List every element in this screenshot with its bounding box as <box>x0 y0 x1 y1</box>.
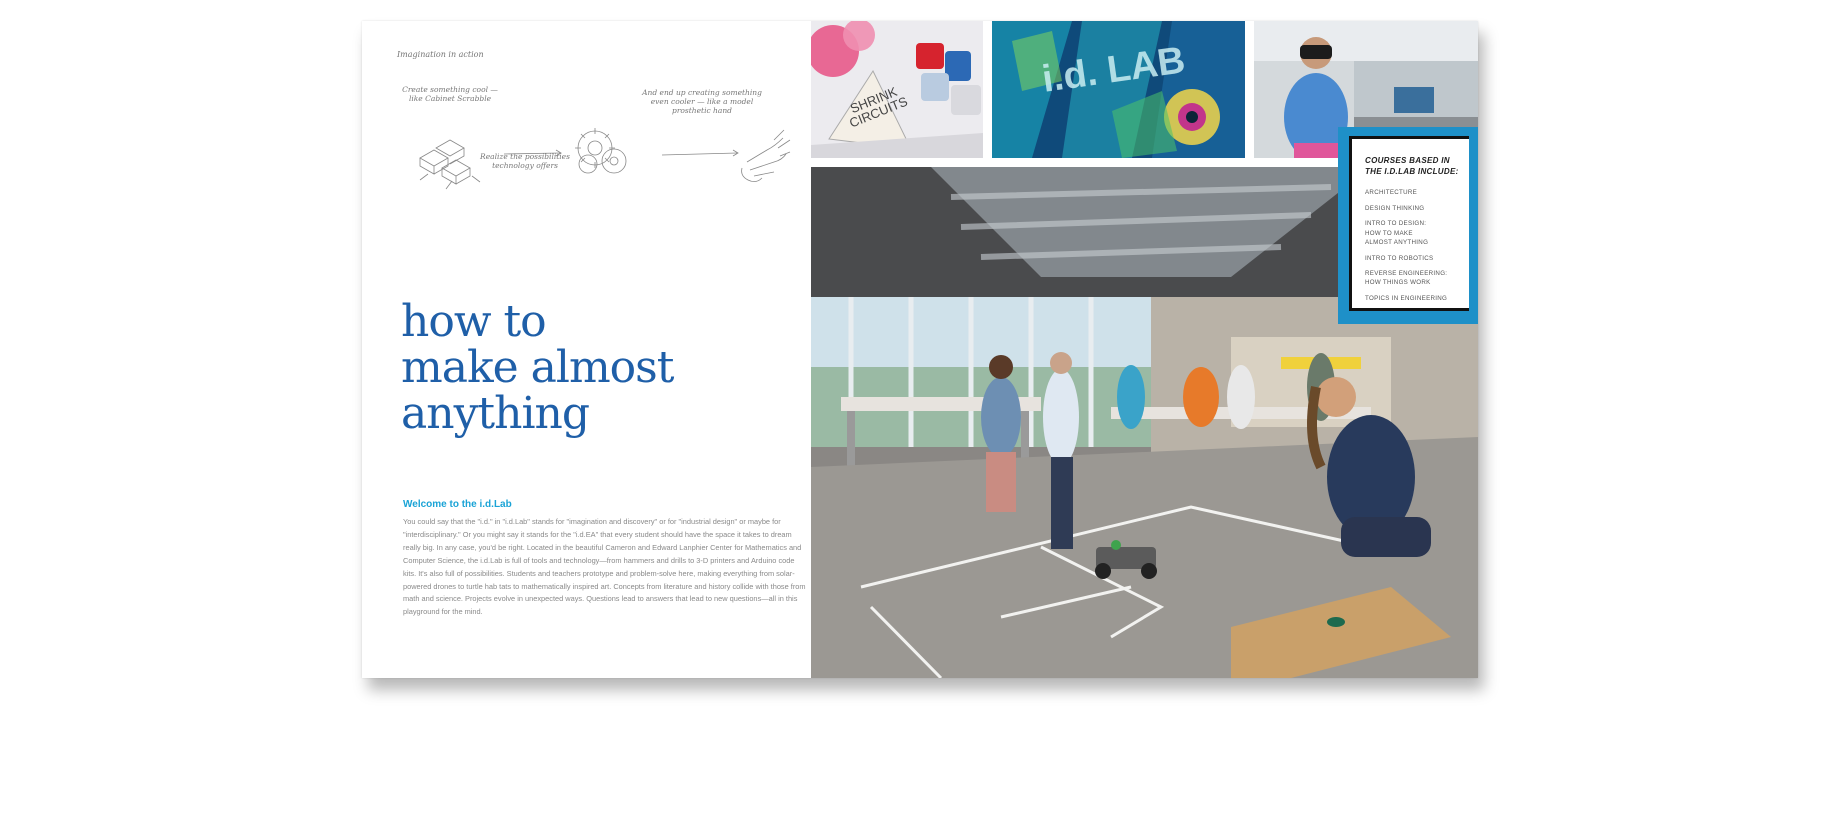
prosthetic-hand-sketch <box>741 129 791 182</box>
brochure-spread: Imagination in action Create something c… <box>362 21 1478 678</box>
photo-shrink-circuits: SHRINK CIRCUITS <box>811 21 983 158</box>
headline: how to make almost anything <box>401 299 781 437</box>
headline-line: make almost <box>401 342 674 393</box>
sketch-note-end: And end up creating something even coole… <box>642 88 762 115</box>
course-item: ARCHITECTURE <box>1365 189 1418 196</box>
headline-line: anything <box>401 388 590 439</box>
courses-title-line: THE I.D.LAB INCLUDE: <box>1365 166 1459 176</box>
photo-idlab-glass: i.d. LAB <box>992 21 1245 158</box>
left-page: Imagination in action Create something c… <box>362 21 811 678</box>
courses-panel: COURSES BASED IN THE I.D.LAB INCLUDE: AR… <box>1338 127 1478 324</box>
course-item: DESIGN THINKING <box>1365 204 1425 212</box>
welcome-body: You could say that the "i.d." in "i.d.La… <box>403 517 806 617</box>
welcome-title: Welcome to the i.d.Lab <box>403 499 512 510</box>
course-item: TOPICS IN ENGINEERING <box>1365 295 1448 303</box>
courses-card: COURSES BASED IN THE I.D.LAB INCLUDE: AR… <box>1349 136 1469 311</box>
sketch-note-realize: Realize the possibilities technology off… <box>480 152 570 170</box>
course-item: REVERSE ENGINEERING: HOW THINGS WORK <box>1365 270 1448 287</box>
sketch-note-create: Create something cool — like Cabinet Scr… <box>402 85 498 103</box>
right-page: SHRINK CIRCUITS i.d. LAB COURSES BASED I… <box>811 21 1478 678</box>
sketch-caption: Imagination in action <box>397 50 484 59</box>
courses-title-line: COURSES BASED IN <box>1365 156 1450 165</box>
course-item: INTRO TO ROBOTICS <box>1365 254 1434 262</box>
headline-line: how to <box>401 296 547 347</box>
course-item: INTRO TO DESIGN: HOW TO MAKE ALMOST ANYT… <box>1365 220 1429 246</box>
gears-sketch <box>575 128 627 174</box>
courses-title: COURSES BASED IN THE I.D.LAB INCLUDE: <box>1365 156 1461 177</box>
